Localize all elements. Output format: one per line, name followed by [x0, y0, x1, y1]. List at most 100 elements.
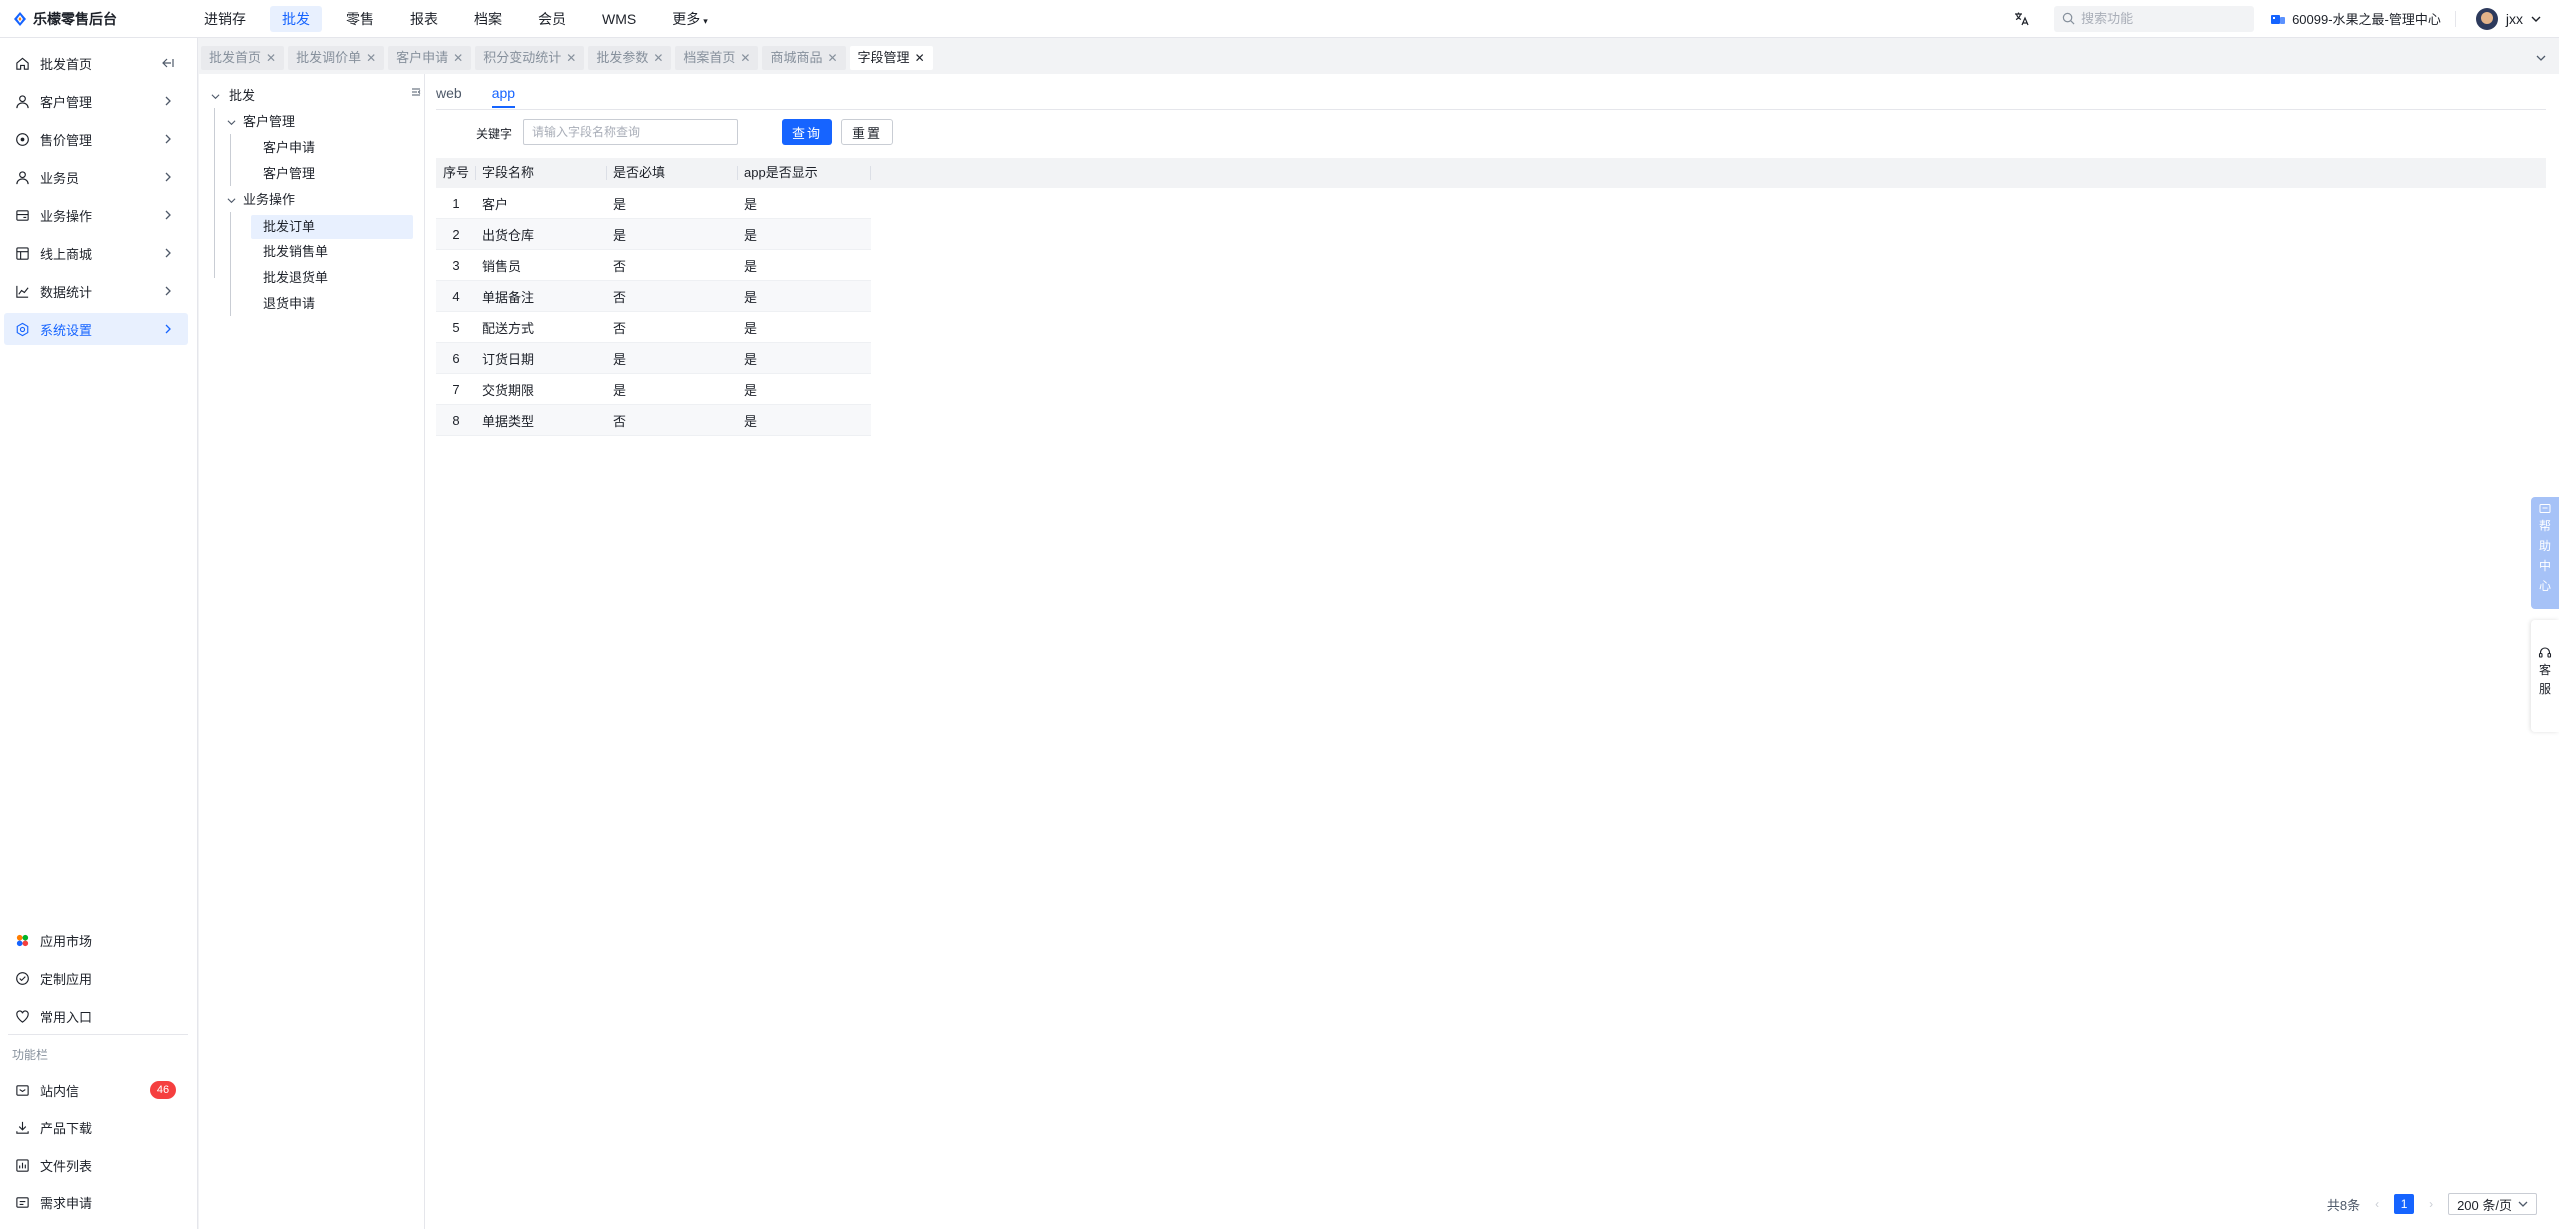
topnav-wms[interactable]: WMS	[590, 6, 648, 32]
table-row[interactable]: 8 单据类型 否 是	[436, 405, 871, 436]
tab-wholesale-params[interactable]: 批发参数 ✕	[588, 46, 672, 70]
sidebar-item-label: 业务员	[40, 170, 80, 186]
close-icon[interactable]: ✕	[740, 46, 750, 70]
close-icon[interactable]: ✕	[653, 46, 663, 70]
tree-node-business-operation[interactable]: 业务操作	[243, 188, 295, 212]
close-icon[interactable]: ✕	[566, 46, 576, 70]
close-icon[interactable]: ✕	[266, 46, 276, 70]
person-icon	[14, 169, 30, 185]
tab-points-stats[interactable]: 积分变动统计 ✕	[475, 46, 585, 70]
sidebar-item-download[interactable]: 产品下载	[4, 1111, 188, 1143]
topnav-archive[interactable]: 档案	[462, 6, 514, 32]
collapse-sidebar-icon[interactable]	[160, 55, 176, 71]
tree-node-wholesale-sales[interactable]: 批发销售单	[257, 240, 334, 264]
close-icon[interactable]: ✕	[366, 46, 376, 70]
sidebar-item-operation[interactable]: 业务操作	[4, 199, 188, 231]
table-header: 序号 字段名称 是否必填 app是否显示	[436, 158, 2546, 188]
user-menu[interactable]: jxx	[2475, 7, 2541, 30]
tree-node-customer-apply[interactable]: 客户申请	[257, 136, 321, 160]
sidebar-item-label: 应用市场	[40, 933, 93, 949]
sidebar-item-request[interactable]: 需求申请	[4, 1186, 188, 1218]
table-row[interactable]: 6 订货日期 是 是	[436, 343, 871, 374]
table-row[interactable]: 2 出货仓库 是 是	[436, 219, 871, 250]
topnav-retail[interactable]: 零售	[334, 6, 386, 32]
cell-required: 是	[613, 227, 627, 243]
topnav-member[interactable]: 会员	[526, 6, 578, 32]
collapse-tree-icon[interactable]	[410, 86, 424, 100]
query-button[interactable]: 查询	[782, 119, 832, 145]
close-icon[interactable]: ✕	[453, 46, 463, 70]
caret-down-icon[interactable]	[225, 188, 237, 212]
heart-icon	[14, 1008, 30, 1024]
tree-node-wholesale-order[interactable]: 批发订单	[251, 215, 413, 239]
cell-index: 5	[452, 319, 460, 335]
sidebar-item-wholesale-home[interactable]: 批发首页	[4, 47, 188, 79]
reset-button[interactable]: 重置	[841, 119, 893, 145]
tree-node-customer-management[interactable]: 客户管理	[243, 110, 295, 134]
sidebar-item-label: 客户管理	[40, 94, 93, 110]
sidebar-item-customer[interactable]: 客户管理	[4, 85, 188, 117]
sidebar-item-label: 线上商城	[40, 246, 93, 262]
table-row[interactable]: 1 客户 是 是	[436, 188, 871, 219]
help-center-float[interactable]: 帮 助 中 心	[2531, 497, 2559, 609]
sidebar-item-label: 定制应用	[40, 971, 93, 987]
cell-app-visible: 是	[744, 196, 758, 212]
caret-down-icon[interactable]	[225, 110, 237, 134]
page-number[interactable]: 1	[2394, 1194, 2415, 1214]
prev-page-icon[interactable]: ‹	[2370, 1197, 2384, 1211]
tab-archive-home[interactable]: 档案首页 ✕	[675, 46, 759, 70]
sidebar-item-salesman[interactable]: 业务员	[4, 161, 188, 193]
table-row[interactable]: 5 配送方式 否 是	[436, 312, 871, 343]
download-icon	[14, 1119, 30, 1135]
customer-service-float[interactable]: 客 服	[2531, 620, 2559, 732]
translate-icon[interactable]	[2012, 9, 2032, 29]
tab-wholesale-price-adjust[interactable]: 批发调价单 ✕	[288, 46, 385, 70]
store-selector[interactable]: 60099-水果之最-管理中心	[2270, 10, 2456, 27]
topnav-reports[interactable]: 报表	[398, 6, 450, 32]
sidebar-item-system-settings[interactable]: 系统设置	[4, 313, 188, 345]
tab-field-management[interactable]: 字段管理 ✕	[849, 46, 933, 70]
subtab-app[interactable]: app	[491, 84, 516, 112]
topnav-more[interactable]: 更多 ▾	[660, 6, 720, 32]
topnav-wholesale[interactable]: 批发	[270, 5, 322, 32]
function-search-input[interactable]	[2081, 11, 2242, 26]
tree-node-wholesale[interactable]: 批发	[229, 84, 255, 108]
cell-required: 是	[613, 382, 627, 398]
table-row[interactable]: 3 销售员 否 是	[436, 250, 871, 281]
keyword-input[interactable]	[523, 119, 738, 145]
sidebar-item-favorites[interactable]: 常用入口	[4, 1000, 188, 1032]
sidebar-item-app-market[interactable]: 应用市场	[4, 924, 188, 956]
sidebar-item-price[interactable]: 售价管理	[4, 123, 188, 155]
next-page-icon[interactable]: ›	[2424, 1197, 2438, 1211]
tree-node-wholesale-return[interactable]: 批发退货单	[257, 266, 334, 290]
sidebar-item-online-mall[interactable]: 线上商城	[4, 237, 188, 269]
tab-label: 积分变动统计	[483, 50, 562, 65]
close-icon[interactable]: ✕	[915, 46, 925, 70]
help-char: 助	[2538, 539, 2551, 553]
caret-down-icon[interactable]	[209, 84, 221, 108]
tree-node-customer-manage[interactable]: 客户管理	[257, 162, 321, 186]
tab-mall-goods[interactable]: 商城商品 ✕	[762, 46, 846, 70]
app-logo[interactable]: 乐檬零售后台	[0, 9, 180, 29]
topnav-inventory[interactable]: 进销存	[192, 6, 258, 32]
sidebar-item-messages[interactable]: 站内信 46	[4, 1074, 188, 1106]
function-search[interactable]	[2054, 5, 2255, 32]
sidebar-item-statistics[interactable]: 数据统计	[4, 275, 188, 307]
tab-label: 档案首页	[683, 50, 736, 65]
tabs-dropdown-icon[interactable]	[2531, 48, 2551, 68]
tree-node-return-apply[interactable]: 退货申请	[257, 292, 321, 316]
tab-wholesale-home[interactable]: 批发首页 ✕	[201, 46, 285, 70]
tab-label: 批发调价单	[296, 50, 362, 65]
sidebar-item-custom-app[interactable]: 定制应用	[4, 962, 188, 994]
logo-icon	[14, 11, 26, 26]
table-row[interactable]: 4 单据备注 否 是	[436, 281, 871, 312]
subtab-web[interactable]: web	[436, 84, 462, 112]
page-size-select[interactable]: 200 条/页	[2448, 1193, 2537, 1215]
tab-customer-apply[interactable]: 客户申请 ✕	[388, 46, 472, 70]
close-icon[interactable]: ✕	[827, 46, 837, 70]
tab-label: 批发参数	[596, 50, 649, 65]
tree-line	[230, 134, 231, 186]
table-row[interactable]: 7 交货期限 是 是	[436, 374, 871, 405]
sidebar-item-file-list[interactable]: 文件列表	[4, 1149, 188, 1181]
chart-icon	[14, 283, 30, 299]
